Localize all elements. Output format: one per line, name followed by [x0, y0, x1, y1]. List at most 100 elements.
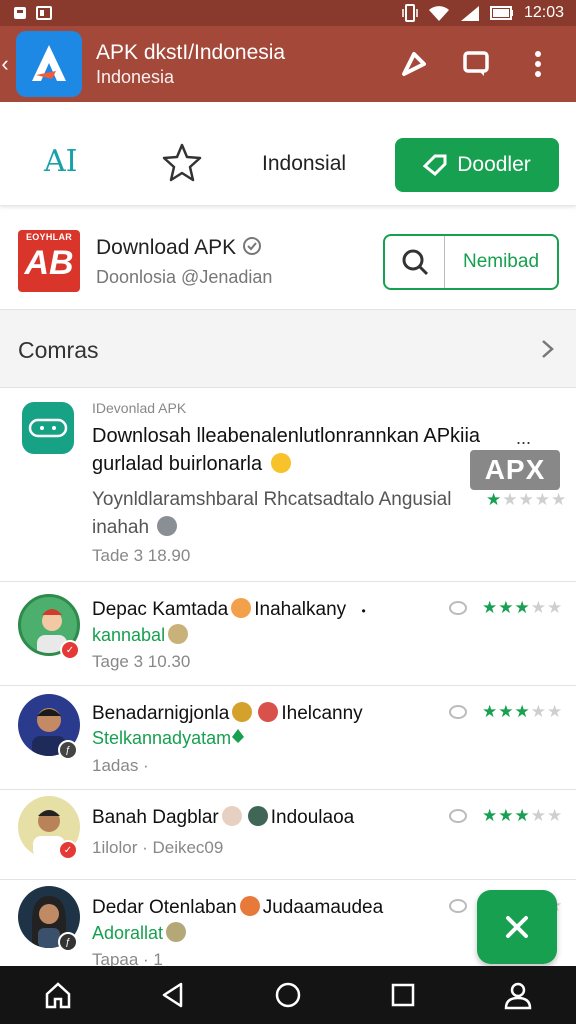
thumb-icon[interactable] — [448, 898, 468, 914]
emoji-icon — [231, 598, 252, 618]
recents-icon — [391, 983, 415, 1007]
appbar-actions — [394, 44, 558, 84]
more-vert-icon — [535, 51, 541, 77]
tag-icon — [423, 154, 447, 176]
more-button[interactable] — [518, 44, 558, 84]
nav-circle-button[interactable] — [266, 973, 310, 1017]
review-name: Benadarnigjonla Ihelcanny — [92, 702, 363, 725]
review-sub: Adorallat — [92, 922, 189, 944]
signal-icon — [460, 6, 479, 21]
star-icon: ★ — [547, 806, 564, 825]
star-icon: ★ — [534, 490, 551, 509]
star-icon: ★ — [547, 702, 564, 721]
ab-logo: EOYHLAR AB — [18, 230, 80, 292]
featured-description-text: Yoynldlaramshbaral Rhcatsadtalo Angusial… — [92, 489, 452, 538]
nav-account-button[interactable] — [496, 973, 540, 1017]
star-icon: ★ — [498, 806, 515, 825]
review-sub: kannabal — [92, 624, 191, 646]
apk-badge: APX — [470, 450, 560, 490]
review-item[interactable]: ƒ Benadarnigjonla Ihelcanny Stelkannadyat… — [0, 686, 576, 790]
review-name-b: Ihelcanny — [281, 703, 363, 724]
app-titles: APK dkstI/Indonesia Indonesia — [96, 40, 394, 88]
app-info-subtitle: Doonlosia @Jenadian — [96, 267, 273, 287]
tab-indonesia[interactable]: Indonsial — [262, 152, 346, 176]
review-rating: ★★★★★ — [482, 702, 563, 722]
chat-icon — [463, 51, 489, 76]
photo-icon — [36, 6, 52, 20]
app-logo-icon — [32, 45, 66, 81]
app-icon — [28, 418, 68, 438]
close-icon — [506, 916, 528, 938]
review-item[interactable]: ✓ Depac Kamtada Inahalkany • kannabal Tag… — [0, 582, 576, 686]
nemibad-button[interactable]: Nemibad — [445, 251, 557, 273]
tabs-row: AI Indonsial Doodler — [0, 102, 576, 206]
review-time: Tage 3 10.30 — [92, 652, 191, 671]
emoji-icon — [168, 624, 189, 644]
star-icon: ★ — [530, 806, 547, 825]
star-icon: ★ — [530, 702, 547, 721]
back-triangle-icon — [162, 982, 183, 1008]
back-icon[interactable]: ‹ — [0, 51, 14, 77]
emoji-icon — [232, 702, 253, 722]
star-icon: ★ — [518, 490, 535, 509]
review-name-a: Dedar Otenlaban — [92, 897, 237, 918]
download-button-label: Doodler — [457, 153, 531, 176]
review-item[interactable]: ✓ Banah Dagblar Indoulaoa 1ilolor · Deike… — [0, 790, 576, 880]
nav-back-button[interactable] — [151, 973, 195, 1017]
review-sub-text: Stelkannadyatam — [92, 728, 232, 748]
review-sub: Stelkannadyatam — [92, 728, 245, 749]
featured-more[interactable]: ... — [516, 428, 531, 449]
review-name-a: Depac Kamtada — [92, 599, 229, 620]
status-bar: 12:03 — [0, 0, 576, 26]
download-button[interactable]: Doodler — [395, 138, 559, 192]
edit-button[interactable] — [394, 44, 434, 84]
review-name: Banah Dagblar Indoulaoa — [92, 806, 354, 829]
app-info-title-text: Download APK — [96, 236, 237, 259]
wifi-icon — [428, 6, 449, 21]
emoji-icon — [166, 922, 187, 942]
review-name-b: Judaamaudea — [262, 897, 384, 918]
app-title: APK dkstI/Indonesia — [96, 41, 286, 64]
avatar-badge: ✓ — [58, 840, 78, 860]
featured-time: Tade 3 18.90 — [92, 546, 191, 565]
star-icon[interactable] — [162, 142, 202, 182]
star-icon: ★ — [482, 806, 499, 825]
review-name-b: Inahalkany — [254, 599, 347, 620]
home-icon — [45, 982, 70, 1009]
review-name-a: Banah Dagblar — [92, 807, 219, 828]
nav-recents-button[interactable] — [381, 973, 425, 1017]
star-icon: ★ — [514, 702, 531, 721]
thumb-icon[interactable] — [448, 808, 468, 824]
fab-button[interactable] — [477, 890, 557, 964]
globe-emoji-icon — [157, 516, 178, 536]
star-icon: ★ — [547, 598, 564, 617]
featured-rating: ★★★★★ — [486, 490, 567, 510]
notification-icon — [14, 7, 26, 19]
featured-item[interactable]: IDevonlad APK Downlosah lleabenalenlutlo… — [0, 388, 576, 582]
tab-ai[interactable]: AI — [44, 144, 78, 179]
avatar-badge: ✓ — [60, 640, 80, 660]
star-icon: ★ — [514, 598, 531, 617]
nav-home-button[interactable] — [36, 973, 80, 1017]
chevron-right-icon[interactable] — [540, 338, 556, 360]
review-name-b: Indoulaoa — [270, 807, 355, 828]
section-header[interactable]: Comras — [0, 310, 576, 388]
status-time: 12:03 — [523, 4, 564, 21]
chat-button[interactable] — [456, 44, 496, 84]
search-group[interactable]: Nemibad — [383, 234, 559, 290]
thumb-icon[interactable] — [448, 704, 468, 720]
emoji-icon — [247, 806, 268, 826]
star-icon: ★ — [498, 702, 515, 721]
emoji-icon — [221, 806, 242, 826]
review-sub-text: Adorallat — [92, 923, 164, 943]
search-icon — [402, 249, 428, 276]
star-icon: ★ — [486, 490, 503, 509]
search-button[interactable] — [385, 236, 445, 288]
star-icon: ★ — [551, 490, 568, 509]
app-info-title: Download APK — [96, 236, 262, 260]
featured-description: Yoynldlaramshbaral Rhcatsadtalo Angusial… — [92, 486, 472, 542]
featured-label: IDevonlad APK — [92, 400, 187, 416]
smile-emoji-icon — [270, 453, 291, 473]
ab-logo-small-text: EOYHLAR — [25, 232, 73, 242]
thumb-icon[interactable] — [448, 600, 468, 616]
